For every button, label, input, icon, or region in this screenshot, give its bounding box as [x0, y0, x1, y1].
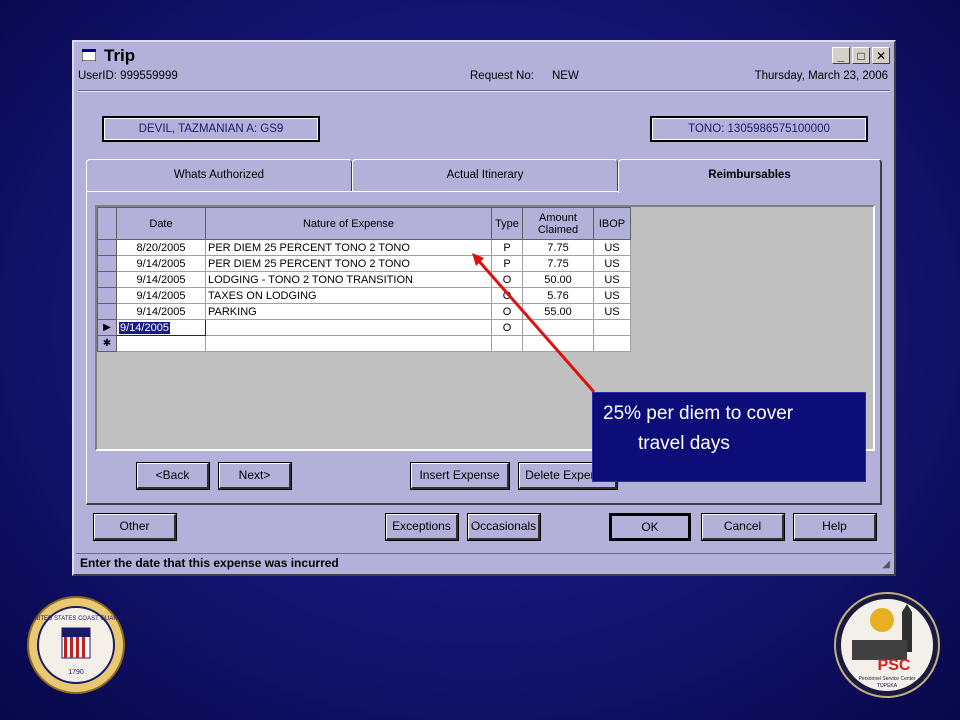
callout-line-2: travel days — [638, 433, 730, 454]
callout-arrow — [472, 253, 596, 393]
callout-box: 25% per diem to cover travel days — [592, 392, 866, 482]
callout-line-1: 25% per diem to cover — [603, 403, 794, 424]
